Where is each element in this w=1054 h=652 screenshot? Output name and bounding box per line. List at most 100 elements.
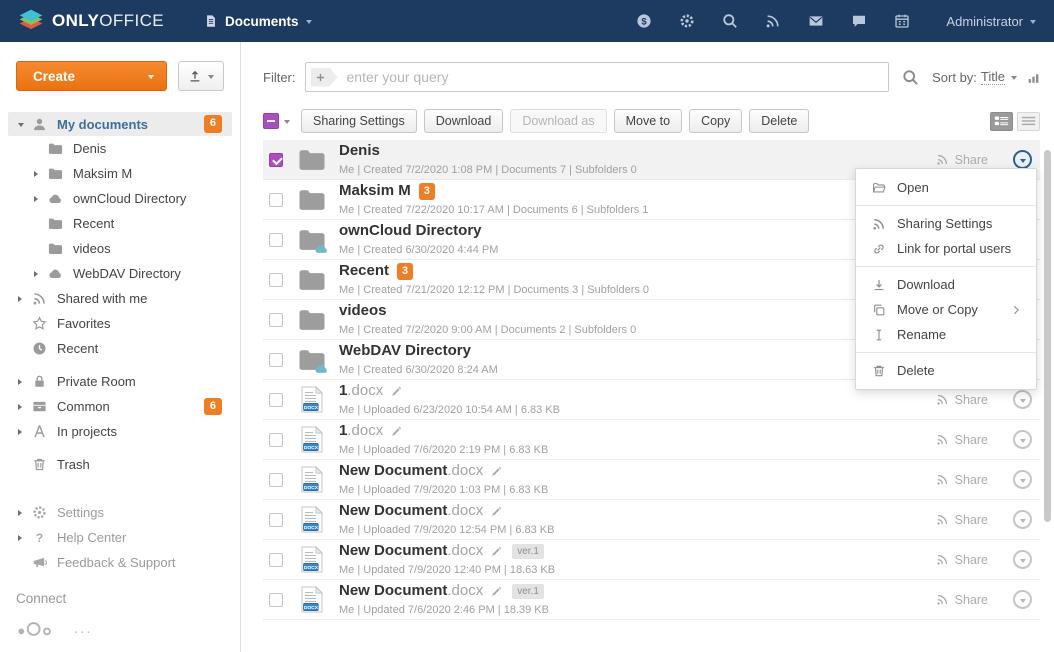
tree-item[interactable]: Maksim M [0,161,240,186]
row-checkbox[interactable] [269,273,283,287]
row-actions-menu-button[interactable] [1013,550,1032,569]
row-actions-menu-button[interactable] [1013,390,1032,409]
file-row[interactable]: DOCX New Document .docx Me | Uploaded 7/… [263,500,1040,540]
tree-caret[interactable] [18,535,32,541]
share-button[interactable]: Share [936,473,988,487]
share-button[interactable]: Share [936,553,988,567]
row-title-link[interactable]: New Document [339,463,447,480]
tree-item[interactable]: ownCloud Directory [0,186,240,211]
tree-caret[interactable] [18,404,32,410]
brand[interactable]: ONLYOFFICE [18,8,164,34]
search-icon[interactable] [902,69,919,86]
tree-item[interactable]: Settings [0,500,240,525]
row-title-link[interactable]: 1 [339,383,347,400]
share-icon[interactable] [765,13,781,29]
context-menu-item[interactable]: Link for portal users [856,236,1036,261]
detailed-view-icon[interactable] [990,112,1013,131]
upload-button[interactable] [178,61,224,91]
tree-item[interactable]: Favorites [0,311,240,336]
more-connectors-button[interactable]: ... [74,626,93,632]
compact-view-icon[interactable] [1017,112,1040,131]
share-button[interactable]: Share [936,513,988,527]
row-checkbox[interactable] [269,153,283,167]
row-actions-menu-button[interactable] [1013,150,1032,169]
tree-item[interactable]: ? Help Center [0,525,240,550]
search-icon[interactable] [722,13,738,29]
sort-order-icon[interactable] [1027,71,1040,84]
rename-pencil-icon[interactable] [491,506,502,517]
select-menu-caret[interactable] [284,120,290,124]
tree-item[interactable]: My documents 6 [8,112,232,136]
context-menu-item[interactable]: Rename [856,322,1036,347]
row-actions-menu-button[interactable] [1013,510,1032,529]
row-checkbox[interactable] [269,353,283,367]
file-row[interactable]: DOCX New Document .docx ver.1 Me | Updat… [263,540,1040,580]
row-checkbox[interactable] [269,313,283,327]
row-title-link[interactable]: ownCloud Directory [339,223,482,240]
tree-item[interactable]: Recent [0,211,240,236]
tree-caret[interactable] [18,296,32,302]
user-menu[interactable]: Administrator [946,14,1036,29]
talk-icon[interactable] [851,13,867,29]
file-row[interactable]: DOCX New Document .docx Me | Uploaded 7/… [263,460,1040,500]
share-button[interactable]: Share [936,153,988,167]
select-all-checkbox[interactable] [263,113,279,129]
rename-pencil-icon[interactable] [491,586,502,597]
file-row[interactable]: DOCX New Document .docx ver.1 Me | Updat… [263,580,1040,620]
row-checkbox[interactable] [269,393,283,407]
row-title-link[interactable]: 1 [339,423,347,440]
row-title-link[interactable]: New Document [339,583,447,600]
tree-caret[interactable] [18,510,32,516]
tree-item[interactable]: Trash [0,452,240,477]
row-actions-menu-button[interactable] [1013,430,1032,449]
context-menu-item[interactable]: Open [856,175,1036,200]
gear-icon[interactable] [679,13,695,29]
row-checkbox[interactable] [269,233,283,247]
row-title-link[interactable]: New Document [339,543,447,560]
rename-pencil-icon[interactable] [491,466,502,477]
tree-caret[interactable] [34,196,48,202]
row-checkbox[interactable] [269,193,283,207]
context-menu-item[interactable]: Delete [856,358,1036,383]
toolbar-button[interactable]: Copy [689,109,742,133]
filter-query-input[interactable] [347,69,881,85]
row-title-link[interactable]: Denis [339,143,380,160]
context-menu-item[interactable]: Move or Copy [856,297,1036,322]
tree-caret[interactable] [34,171,48,177]
share-button[interactable]: Share [936,433,988,447]
row-title-link[interactable]: New Document [339,503,447,520]
share-button[interactable]: Share [936,393,988,407]
scrollbar-thumb[interactable] [1044,150,1051,522]
tree-item[interactable]: Common 6 [0,394,240,419]
toolbar-button[interactable]: Delete [749,109,809,133]
toolbar-button[interactable]: Sharing Settings [301,109,417,133]
sort-value[interactable]: Title [981,69,1005,85]
context-menu-item[interactable]: Sharing Settings [856,211,1036,236]
dollar-icon[interactable]: $ [636,13,652,29]
tree-item[interactable]: In projects [0,419,240,444]
toolbar-button[interactable]: Download as [510,109,606,133]
row-title-link[interactable]: Maksim M [339,183,411,200]
row-title-link[interactable]: WebDAV Directory [339,343,471,360]
tree-caret[interactable] [34,271,48,277]
module-switcher-documents[interactable]: Documents [204,14,312,29]
row-checkbox[interactable] [269,473,283,487]
calendar-icon[interactable] [894,13,910,29]
tree-item[interactable]: Shared with me [0,286,240,311]
tree-item[interactable]: Recent [0,336,240,361]
share-button[interactable]: Share [936,593,988,607]
rename-pencil-icon[interactable] [391,426,402,437]
row-checkbox[interactable] [269,513,283,527]
toolbar-button[interactable]: Download [424,109,504,133]
tree-item[interactable]: Private Room [0,369,240,394]
chevron-down-icon[interactable] [1011,76,1017,80]
tree-item[interactable]: WebDAV Directory [0,261,240,286]
owncloud-icon[interactable] [16,620,58,638]
row-checkbox[interactable] [269,433,283,447]
row-title-link[interactable]: Recent [339,263,389,280]
rename-pencil-icon[interactable] [491,546,502,557]
rename-pencil-icon[interactable] [391,386,402,397]
row-title-link[interactable]: videos [339,303,387,320]
tree-caret[interactable] [18,429,32,435]
row-actions-menu-button[interactable] [1013,470,1032,489]
